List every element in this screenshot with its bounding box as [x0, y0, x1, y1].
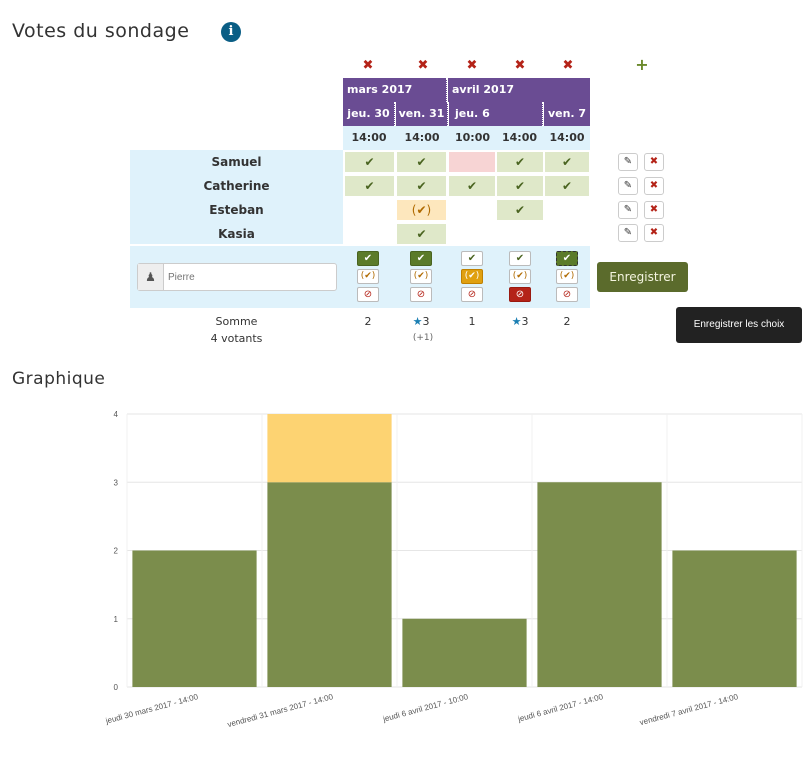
day-header: ven. 31	[396, 102, 448, 126]
name-field: ♟	[137, 263, 337, 291]
time-header: 14:00	[549, 131, 585, 144]
sum-value: ★3	[511, 315, 529, 328]
star-icon: ★	[511, 315, 522, 328]
y-tick-label: 1	[114, 615, 119, 624]
bar-segment	[267, 482, 392, 687]
vote-cell: ✔	[345, 176, 394, 196]
choice-no-button[interactable]: ⊘	[461, 287, 483, 302]
name-input[interactable]	[168, 268, 328, 286]
vote-cell	[449, 152, 495, 172]
month-header: avril 2017	[448, 78, 590, 102]
choice-maybe-button[interactable]: (✔)	[410, 269, 432, 284]
vote-cell	[449, 200, 495, 220]
choice-yes-button[interactable]: ✔	[410, 251, 432, 266]
x-tick-label: vendredi 7 avril 2017 - 14:00	[639, 692, 740, 727]
choice-no-button[interactable]: ⊘	[509, 287, 531, 302]
x-tick-label: jeudi 6 avril 2017 - 14:00	[516, 692, 604, 724]
bar-segment	[537, 482, 662, 687]
vote-cell	[545, 200, 589, 220]
delete-row-button[interactable]: ✖	[644, 224, 664, 242]
save-tooltip: Enregistrer les choix	[676, 307, 802, 343]
vote-cell: ✔	[397, 176, 446, 196]
choice-yes-button[interactable]: ✔	[509, 251, 531, 266]
choice-maybe-button[interactable]: (✔)	[461, 269, 483, 284]
delete-column-icon[interactable]: ✖	[558, 58, 578, 73]
day-header: ven. 7	[544, 102, 590, 126]
bar-segment	[132, 550, 257, 687]
vote-cell: ✔	[497, 152, 543, 172]
user-icon: ♟	[138, 264, 164, 290]
delete-column-icon[interactable]: ✖	[413, 58, 433, 73]
save-button[interactable]: Enregistrer	[597, 262, 688, 292]
time-header: 14:00	[501, 131, 537, 144]
edit-row-button[interactable]: ✎	[618, 153, 638, 171]
vote-cell	[345, 200, 394, 220]
vote-cell: ✔	[345, 152, 394, 172]
sum-value: 2	[563, 315, 571, 328]
day-header: jeu. 6	[449, 102, 543, 126]
time-header: 14:00	[351, 131, 387, 144]
x-tick-label: vendredi 31 mars 2017 - 14:00	[226, 692, 334, 729]
y-tick-label: 3	[114, 478, 119, 487]
edit-row-button[interactable]: ✎	[618, 224, 638, 242]
sum-value: 2	[364, 315, 372, 328]
vote-cell: ✔	[545, 152, 589, 172]
x-tick-label: jeudi 6 avril 2017 - 10:00	[381, 692, 469, 724]
y-tick-label: 0	[114, 683, 119, 692]
star-icon: ★	[412, 315, 423, 328]
delete-row-button[interactable]: ✖	[644, 153, 664, 171]
delete-column-icon[interactable]: ✖	[510, 58, 530, 73]
poll-title: Votes du sondage	[12, 20, 190, 42]
y-tick-label: 2	[114, 547, 119, 556]
info-icon[interactable]: i	[221, 22, 241, 42]
choice-no-button[interactable]: ⊘	[357, 287, 379, 302]
vote-cell	[497, 224, 543, 244]
participant-name: Esteban	[209, 203, 264, 217]
choice-no-button[interactable]: ⊘	[556, 287, 578, 302]
sum-extra: (+1)	[412, 333, 434, 343]
choice-yes-button[interactable]: ✔	[357, 251, 379, 266]
choice-no-button[interactable]: ⊘	[410, 287, 432, 302]
vote-cell: ✔	[397, 152, 446, 172]
time-header: 10:00	[454, 131, 490, 144]
sum-value: 1	[468, 315, 476, 328]
x-tick-label: jeudi 30 mars 2017 - 14:00	[104, 692, 200, 726]
choice-maybe-button[interactable]: (✔)	[357, 269, 379, 284]
vote-cell: ✔	[497, 176, 543, 196]
choice-maybe-button[interactable]: (✔)	[556, 269, 578, 284]
choice-yes-button[interactable]: ✔	[556, 251, 578, 266]
participant-name: Kasia	[218, 227, 255, 241]
chart-title: Graphique	[12, 369, 106, 389]
delete-row-button[interactable]: ✖	[644, 201, 664, 219]
bar-segment	[402, 618, 527, 687]
choice-yes-button[interactable]: ✔	[461, 251, 483, 266]
sum-label: Somme	[215, 315, 258, 328]
delete-row-button[interactable]: ✖	[644, 177, 664, 195]
participant-name: Catherine	[203, 179, 270, 193]
vote-cell: ✔	[397, 224, 446, 244]
bar-segment	[267, 414, 392, 483]
vote-cell: (✔)	[397, 200, 446, 220]
add-column-icon[interactable]: +	[632, 55, 652, 74]
vote-cell: ✔	[545, 176, 589, 196]
vote-cell	[449, 224, 495, 244]
bar-segment	[672, 550, 797, 687]
edit-row-button[interactable]: ✎	[618, 177, 638, 195]
y-tick-label: 4	[114, 410, 119, 419]
sum-value: ★3	[412, 315, 430, 328]
month-header: mars 2017	[343, 78, 447, 102]
bar-chart: 0 1 2 3 4 jeudi 30 mars 2017 - 14:00 vendredi …	[104, 410, 803, 729]
vote-cell	[545, 224, 589, 244]
day-header: jeu. 30	[343, 102, 395, 126]
time-header: 14:00	[404, 131, 440, 144]
delete-column-icon[interactable]: ✖	[358, 58, 378, 73]
vote-cell: ✔	[497, 200, 543, 220]
delete-column-icon[interactable]: ✖	[462, 58, 482, 73]
vote-cell	[345, 224, 394, 244]
choice-maybe-button[interactable]: (✔)	[509, 269, 531, 284]
vote-cell: ✔	[449, 176, 495, 196]
edit-row-button[interactable]: ✎	[618, 201, 638, 219]
voters-count: 4 votants	[210, 332, 263, 345]
participant-name: Samuel	[211, 155, 262, 169]
